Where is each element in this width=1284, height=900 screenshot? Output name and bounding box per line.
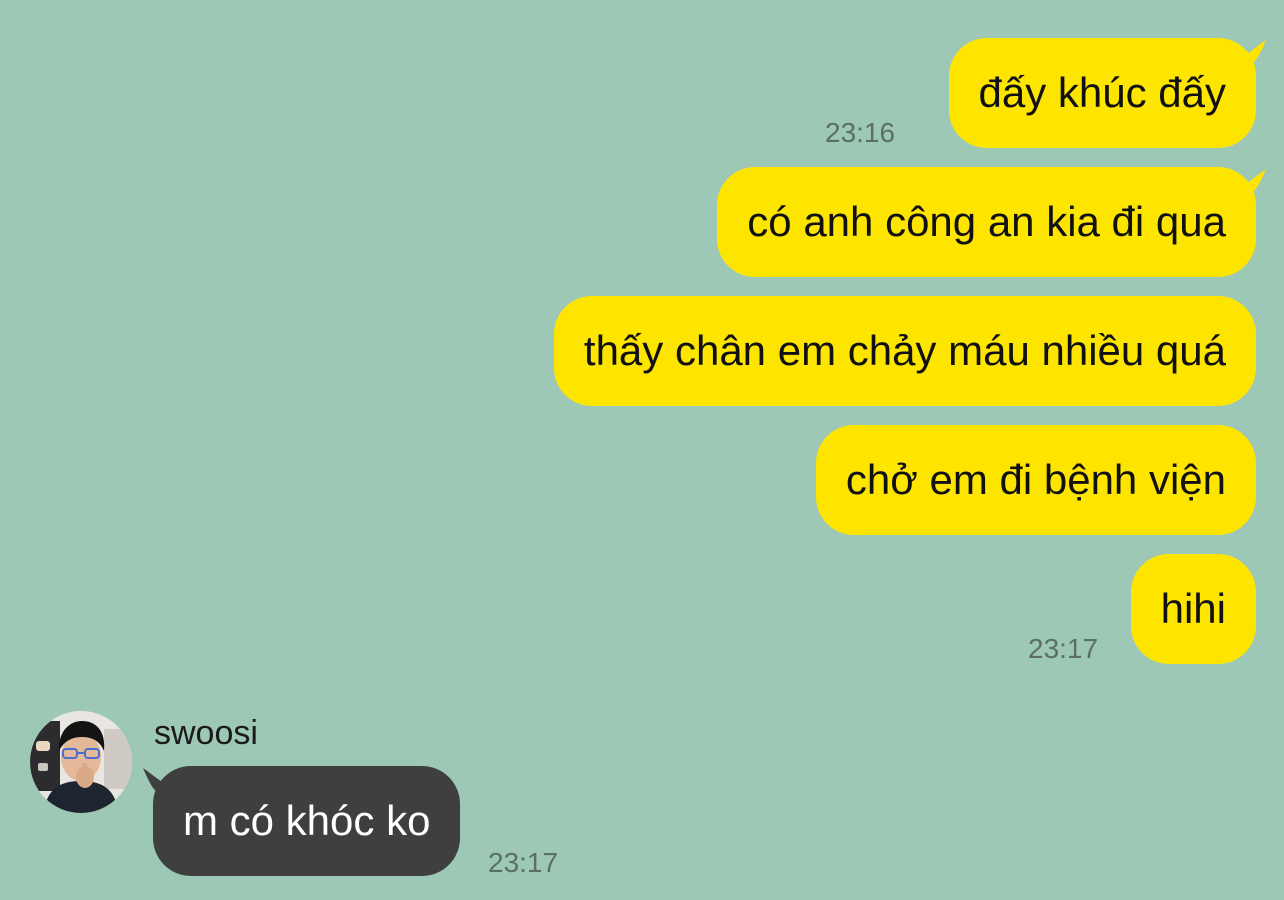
outgoing-message[interactable]: thấy chân em chảy máu nhiều quá: [553, 296, 1256, 406]
avatar[interactable]: [30, 711, 132, 813]
message-timestamp: 23:17: [1028, 633, 1099, 664]
message-text: đấy khúc đấy: [978, 69, 1227, 116]
chat-area: đấy khúc đấy 23:16 có anh công an kia đi…: [0, 0, 1284, 900]
outgoing-message[interactable]: hihi: [1130, 554, 1256, 664]
message-text: m có khóc ko: [183, 797, 431, 844]
incoming-message[interactable]: m có khóc ko: [153, 766, 461, 876]
message-timestamp: 23:17: [488, 847, 559, 878]
message-text: hihi: [1160, 585, 1226, 632]
user-avatar-photo-icon: [30, 711, 132, 813]
outgoing-message[interactable]: đấy khúc đấy: [948, 38, 1256, 148]
message-text: thấy chân em chảy máu nhiều quá: [583, 327, 1226, 374]
message-text: có anh công an kia đi qua: [747, 198, 1226, 245]
sender-name[interactable]: swoosi: [154, 714, 258, 753]
outgoing-message[interactable]: có anh công an kia đi qua: [717, 167, 1256, 277]
message-timestamp: 23:16: [825, 117, 896, 148]
outgoing-message[interactable]: chở em đi bệnh viện: [815, 425, 1256, 535]
message-text: chở em đi bệnh viện: [845, 456, 1226, 503]
